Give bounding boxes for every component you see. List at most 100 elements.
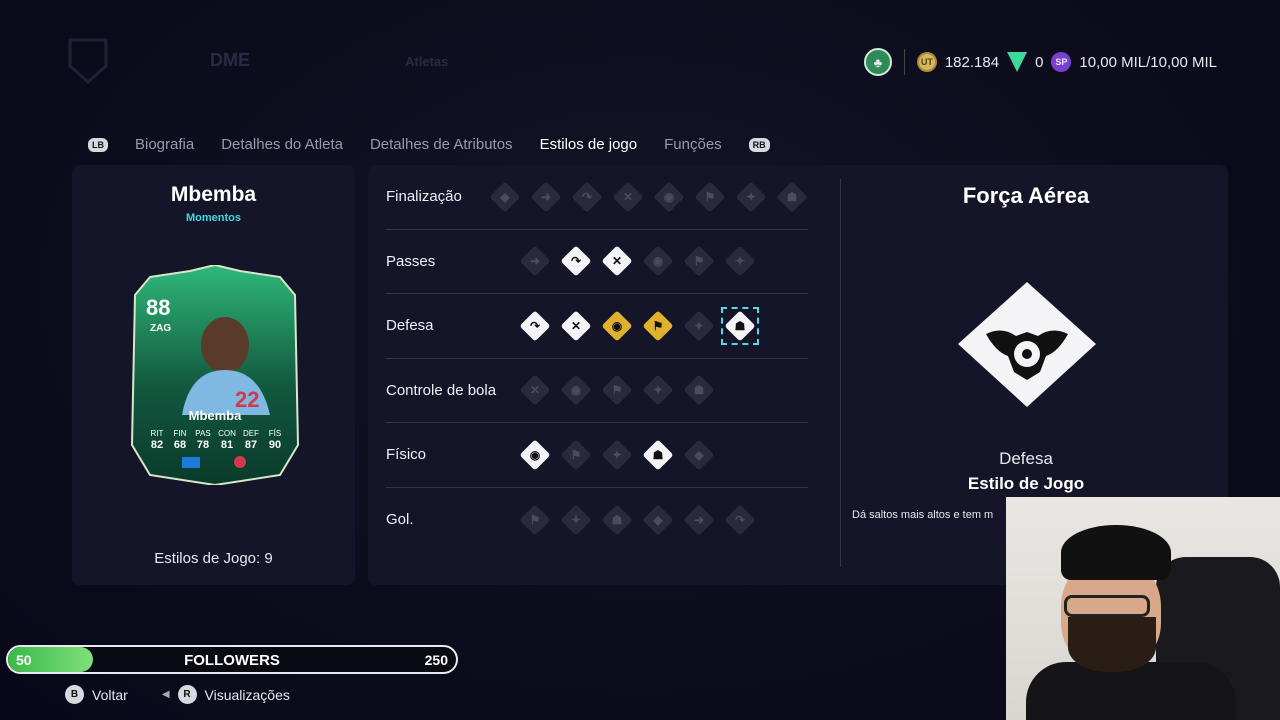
playstyle-icons: ➜ ↷ ✕ ◉ ⚑ ✦: [519, 245, 756, 277]
playstyle-icon[interactable]: ➜: [683, 504, 715, 536]
nation-flag-icon: [182, 457, 200, 468]
player-card-type: Momentos: [186, 212, 241, 224]
playstyle-row-label: Gol.: [386, 511, 414, 529]
club-badge-icon: ♣: [863, 48, 892, 76]
divider: [903, 49, 905, 75]
currency-bar: ♣ UT 182.184 0 SP 10,00 MIL/10,00 MIL: [863, 48, 1217, 76]
player-card[interactable]: 22 88 ZAG Mbemba RIT FIN PAS CON DEF FÍS…: [130, 265, 300, 485]
tab-bar: LB Biografia Detalhes do Atleta Detalhes…: [88, 136, 770, 153]
followers-label: FOLLOWERS: [184, 652, 280, 669]
stat-label: PAS: [195, 429, 210, 438]
playstyle-icon[interactable]: ⚑: [519, 504, 551, 536]
playstyle-icons: ◆ ➜ ↷ ✕ ◉ ⚑ ✦ ☗: [489, 181, 808, 213]
aerial-playstyle-icon: [958, 282, 1096, 407]
playstyle-icon[interactable]: ⚑: [601, 374, 633, 406]
playstyle-icon[interactable]: ⚑: [560, 439, 592, 471]
divider: [840, 179, 841, 567]
ghost-title: DME: [210, 50, 250, 70]
playstyle-icon[interactable]: ✦: [724, 245, 756, 277]
playstyle-category: Defesa: [999, 449, 1053, 468]
playstyle-row-label: Passes: [386, 252, 436, 270]
stat-label: FÍS: [269, 429, 281, 438]
playstyle-icon[interactable]: ☗: [642, 439, 674, 471]
playstyle-row: Finalização ◆ ➜ ↷ ✕ ◉ ⚑ ✦ ☗: [386, 165, 808, 230]
card-rating: 88: [146, 295, 170, 320]
rb-button-icon[interactable]: RB: [748, 137, 770, 152]
card-position: ZAG: [150, 323, 171, 334]
playstyle-icon[interactable]: ◆: [489, 181, 521, 213]
stat-value: 78: [197, 439, 209, 451]
sp-icon: SP: [1051, 52, 1072, 72]
fc-points-icon: [1007, 52, 1028, 72]
coin-icon: UT: [916, 52, 937, 72]
followers-goal: 250: [424, 652, 448, 668]
playstyle-icon[interactable]: ⚑: [694, 181, 726, 213]
b-button-icon[interactable]: B: [65, 685, 84, 704]
playstyle-row-label: Controle de bola: [386, 381, 497, 399]
playstyle-icon[interactable]: ↷: [560, 245, 592, 277]
stat-label: FIN: [174, 429, 187, 438]
playstyle-icon[interactable]: ✦: [560, 504, 592, 536]
tab-detalhes-atributos[interactable]: Detalhes de Atributos: [370, 136, 513, 153]
streamer-beard: [1068, 617, 1156, 672]
player-name: Mbemba: [170, 183, 257, 206]
playstyle-icon[interactable]: ✦: [735, 181, 767, 213]
player-panel: Mbemba Momentos 22 88 ZAG Mbemba RIT FIN…: [72, 165, 355, 585]
stat-label: DEF: [243, 429, 259, 438]
playstyle-icon[interactable]: ◆: [642, 504, 674, 536]
playstyle-icon[interactable]: ◉: [519, 439, 551, 471]
back-label[interactable]: Voltar: [92, 687, 128, 703]
lb-button-icon[interactable]: LB: [88, 137, 108, 152]
playstyle-icon[interactable]: ✦: [601, 439, 633, 471]
webcam-overlay: [1006, 497, 1280, 720]
playstyles-count: Estilos de Jogo: 9: [154, 550, 273, 567]
playstyle-icon[interactable]: ◆: [683, 439, 715, 471]
playstyle-icons: ✕ ◉ ⚑ ✦ ☗: [519, 374, 715, 406]
top-bar: DME Atletas ♣ UT 182.184 0 SP 10,00 MIL/…: [0, 0, 1280, 110]
stat-value: 68: [174, 439, 186, 451]
playstyle-icon[interactable]: ⚑: [642, 310, 674, 342]
playstyle-icon[interactable]: ↷: [724, 504, 756, 536]
playstyle-icon[interactable]: ⚑: [683, 245, 715, 277]
playstyle-type: Estilo de Jogo: [967, 474, 1085, 493]
playstyle-icon[interactable]: ➜: [519, 245, 551, 277]
playstyle-icon[interactable]: ☗: [721, 306, 759, 345]
playstyle-icon[interactable]: ☗: [601, 504, 633, 536]
playstyle-icon[interactable]: ◉: [642, 245, 674, 277]
card-name: Mbemba: [189, 408, 243, 423]
playstyle-icon[interactable]: ➜: [530, 181, 562, 213]
r-button-icon[interactable]: R: [177, 685, 197, 704]
tab-detalhes-atleta[interactable]: Detalhes do Atleta: [221, 136, 343, 153]
stat-value: 87: [245, 439, 257, 451]
tab-estilos-de-jogo[interactable]: Estilos de jogo: [540, 136, 638, 153]
playstyle-icon[interactable]: ☗: [776, 181, 808, 213]
tab-biografia[interactable]: Biografia: [135, 136, 194, 153]
playstyle-row-label: Físico: [386, 446, 427, 464]
stat-label: CON: [218, 429, 236, 438]
views-label[interactable]: Visualizações: [205, 687, 290, 703]
footer-controls: B Voltar ◀ R Visualizações: [65, 685, 290, 704]
playstyle-icon[interactable]: ◉: [601, 310, 633, 342]
playstyle-icon[interactable]: ✦: [683, 310, 715, 342]
streamer-shirt: [1026, 662, 1236, 720]
ghost-subtitle: Atletas: [405, 54, 449, 69]
playstyle-row-label: Finalização: [386, 188, 462, 206]
playstyle-icon[interactable]: ◉: [560, 374, 592, 406]
playstyle-icon[interactable]: ↷: [519, 310, 551, 342]
followers-goal-bar: 50 FOLLOWERS 250: [6, 645, 458, 674]
ut-logo-icon: [68, 38, 108, 85]
playstyle-icon[interactable]: ✦: [642, 374, 674, 406]
playstyle-icon[interactable]: ◉: [653, 181, 685, 213]
tab-funcoes[interactable]: Funções: [664, 136, 722, 153]
playstyle-icons: ◉ ⚑ ✦ ☗ ◆: [519, 439, 715, 471]
coins-value: 182.184: [944, 53, 1000, 71]
playstyle-icon[interactable]: ✕: [560, 310, 592, 342]
playstyle-row: Físico ◉ ⚑ ✦ ☗ ◆: [386, 423, 808, 488]
playstyle-icon[interactable]: ☗: [683, 374, 715, 406]
stat-label: RIT: [151, 429, 164, 438]
playstyle-icon[interactable]: ✕: [612, 181, 644, 213]
playstyle-icon[interactable]: ✕: [601, 245, 633, 277]
playstyle-icon[interactable]: ↷: [571, 181, 603, 213]
playstyle-icon[interactable]: ✕: [519, 374, 551, 406]
sp-value: 10,00 MIL/10,00 MIL: [1079, 53, 1217, 71]
